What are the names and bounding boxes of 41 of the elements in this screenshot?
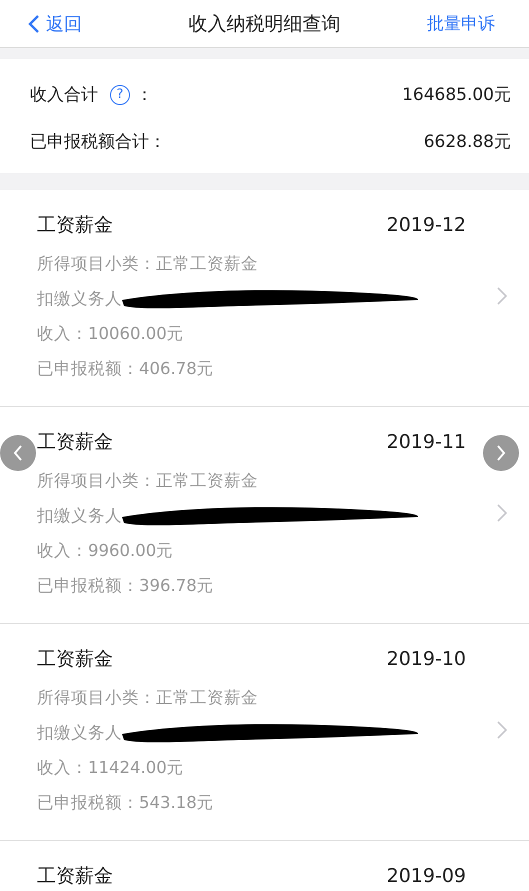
- record-period: 2019-12: [386, 214, 466, 236]
- record-period: 2019-10: [386, 648, 466, 670]
- record-title: 工资薪金: [37, 213, 113, 238]
- record-income: 收入：11424.00元: [37, 757, 185, 779]
- record-period: 2019-11: [386, 431, 466, 453]
- batch-appeal-button[interactable]: 批量申诉: [427, 12, 495, 35]
- back-icon: [28, 14, 40, 34]
- summary-colon: ：: [136, 84, 153, 106]
- record-withholder: 扣缴义务人: [37, 288, 122, 310]
- record-subcategory: 所得项目小类：正常工资薪金: [37, 470, 259, 492]
- record-tax: 已申报税额：406.78元: [37, 358, 215, 380]
- next-image-button[interactable]: [483, 435, 519, 471]
- income-record[interactable]: 工资薪金 2019-12 所得项目小类：正常工资薪金 扣缴义务人 收入：10060.00元 已申报税额：406.78元: [0, 190, 529, 407]
- record-tax: 已申报税额：396.78元: [37, 575, 215, 597]
- income-record[interactable]: 工资薪金 2019-09: [0, 841, 529, 891]
- help-icon[interactable]: ?: [110, 84, 130, 104]
- income-record[interactable]: 工资薪金 2019-11 所得项目小类：正常工资薪金 扣缴义务人 收入：9960.00元 已申报税额：396.78元: [0, 407, 529, 624]
- record-title: 工资薪金: [37, 864, 113, 889]
- summary-value: 164685.00元: [402, 84, 511, 106]
- record-income: 收入：9960.00元: [37, 540, 174, 562]
- chevron-right-icon: [496, 445, 506, 461]
- record-title: 工资薪金: [37, 647, 113, 672]
- record-income: 收入：10060.00元: [37, 323, 185, 345]
- chevron-left-icon: [13, 445, 23, 461]
- summary-label: 已申报税额合计：: [30, 131, 166, 153]
- chevron-right-icon: [497, 287, 507, 305]
- record-withholder: 扣缴义务人: [37, 722, 122, 744]
- chevron-right-icon: [497, 504, 507, 522]
- record-period: 2019-09: [386, 865, 466, 887]
- record-title: 工资薪金: [37, 430, 113, 455]
- record-withholder: 扣缴义务人: [37, 505, 122, 527]
- chevron-right-icon: [497, 721, 507, 739]
- record-subcategory: 所得项目小类：正常工资薪金: [37, 687, 259, 709]
- summary-value: 6628.88元: [424, 131, 511, 153]
- record-subcategory: 所得项目小类：正常工资薪金: [37, 253, 259, 275]
- income-record[interactable]: 工资薪金 2019-10 所得项目小类：正常工资薪金 扣缴义务人 收入：11424.00元 已申报税额：543.18元: [0, 624, 529, 841]
- summary-label: 收入合计: [30, 84, 98, 106]
- page-title: 收入纳税明细查询: [188, 12, 340, 36]
- previous-image-button[interactable]: [0, 435, 36, 471]
- back-button[interactable]: 返回: [28, 12, 82, 36]
- record-tax: 已申报税额：543.18元: [37, 792, 215, 814]
